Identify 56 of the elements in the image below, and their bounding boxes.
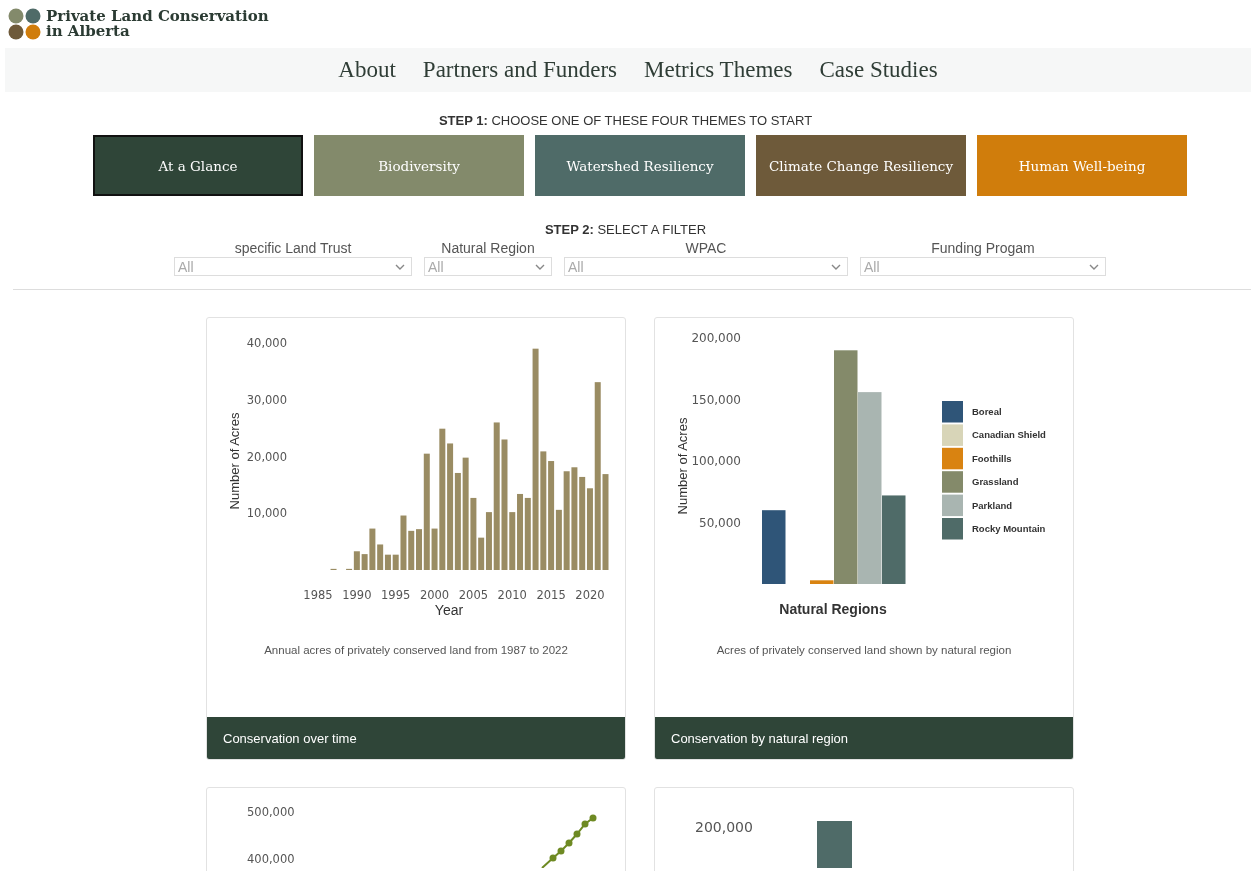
tick-label: 200,000 [691, 331, 741, 345]
nav-link[interactable]: Partners and Funders [422, 57, 618, 83]
nav-link[interactable]: About [338, 57, 396, 83]
nav-link[interactable]: Case Studies [819, 57, 938, 83]
tick-label: 2000 [419, 588, 450, 602]
theme-button[interactable]: Watershed Resiliency [535, 135, 745, 196]
legend-label: Foothills [972, 452, 1012, 464]
nav-link[interactable]: Metrics Themes [644, 57, 793, 83]
chart-caption: Acres of privately conserved land shown by natural region [715, 644, 1013, 656]
theme-button[interactable]: Climate Change Resiliency [756, 135, 966, 196]
axis-title: Number of Acres [675, 417, 690, 515]
tick-label: 2010 [497, 588, 527, 602]
tick-label: 30,000 [246, 392, 287, 407]
chart-caption: Annual acres of privately conserved land from 1987 to 2022 [263, 644, 569, 656]
legend-label: Grassland [972, 476, 1019, 488]
tick-label: 10,000 [246, 506, 287, 521]
card-footer[interactable]: Conservation over time [207, 717, 625, 759]
tick-label: 2020 [575, 588, 605, 602]
legend-label: Canadian Shield [972, 429, 1046, 441]
tick-label: 50,000 [699, 515, 741, 530]
logo-icon [8, 8, 42, 40]
tick-label: 1990 [342, 588, 372, 602]
filter-label: Natural Region [441, 239, 535, 257]
tick-label: 500,000 [247, 805, 295, 819]
step-heading: STEP 2: SELECT A FILTER [543, 222, 708, 237]
legend-label: Boreal [972, 406, 1002, 417]
chevron-down-icon [831, 263, 841, 270]
logo-text: Private Land Conservation [46, 9, 269, 24]
logo-text: in Alberta [46, 24, 131, 39]
chevron-down-icon [535, 263, 545, 270]
chevron-down-icon [1089, 263, 1099, 270]
theme-button[interactable]: Biodiversity [314, 135, 524, 196]
tick-label: 2015 [536, 588, 566, 602]
axis-title: Natural Regions [779, 601, 887, 617]
tick-label: 20,000 [246, 449, 287, 464]
step-heading: STEP 1: CHOOSE ONE OF THESE FOUR THEMES TO START [437, 113, 814, 128]
card-footer[interactable]: Conservation by natural region [655, 717, 1073, 759]
legend-label: Rocky Mountain [972, 523, 1046, 534]
axis-title: Year [434, 602, 464, 618]
tick-label: 200,000 [695, 819, 753, 835]
tick-label: 1985 [303, 588, 333, 602]
line-series [541, 814, 597, 868]
bar [817, 821, 852, 868]
tick-label: 2005 [458, 588, 489, 602]
filter-label: WPAC [685, 239, 727, 257]
axis-title: Number of Acres [227, 412, 242, 510]
filter-label: specific Land Trust [234, 239, 352, 257]
tick-label: 400,000 [247, 852, 295, 866]
tick-label: 150,000 [691, 392, 741, 407]
filter-label: Funding Progam [931, 239, 1035, 257]
legend-label: Parkland [972, 499, 1013, 511]
tick-label: 1995 [381, 588, 411, 602]
theme-button[interactable]: At a Glance [93, 135, 303, 196]
tick-label: 40,000 [246, 336, 287, 350]
chevron-down-icon [395, 263, 405, 270]
tick-label: 100,000 [691, 454, 741, 468]
